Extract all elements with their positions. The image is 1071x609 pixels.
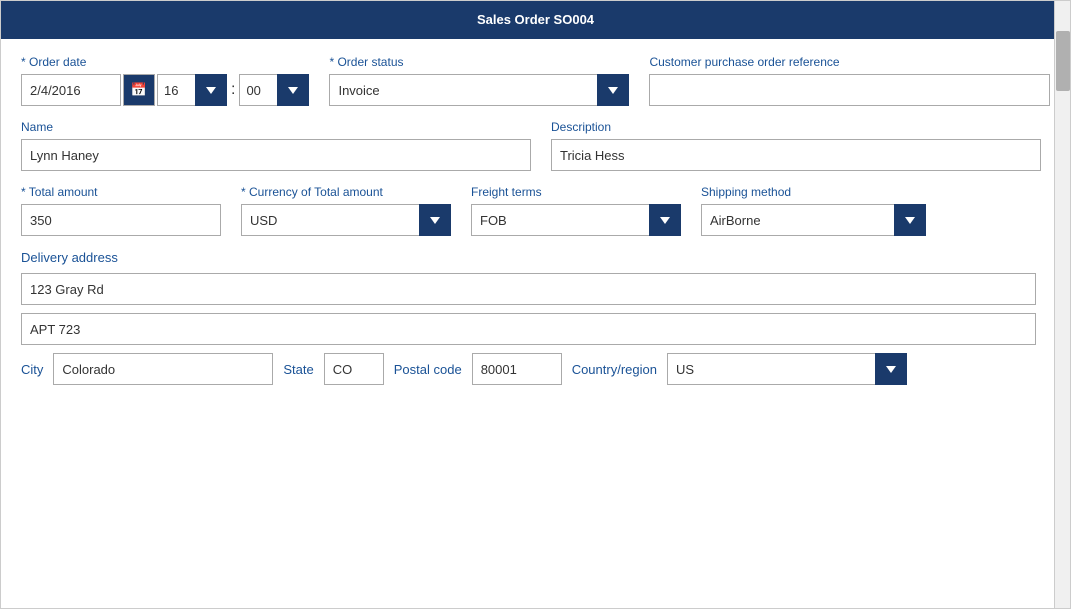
state-label: State (283, 362, 313, 377)
scrollbar[interactable] (1054, 1, 1070, 608)
order-date-group: Order date 📅 16 : 00 (21, 55, 309, 106)
country-select[interactable]: US UK CA AU (667, 353, 907, 385)
minute-select-wrapper: 00 (239, 74, 309, 106)
postal-input[interactable] (472, 353, 562, 385)
minute-select[interactable]: 00 (239, 74, 309, 106)
name-input[interactable] (21, 139, 531, 171)
shipping-select[interactable]: AirBorne FedEx UPS DHL (701, 204, 926, 236)
delivery-label: Delivery address (21, 250, 1050, 265)
order-status-label: Order status (329, 55, 629, 69)
description-input[interactable] (551, 139, 1041, 171)
row-name-description: Name Description (21, 120, 1050, 171)
order-status-select[interactable]: Invoice Draft Confirmed Cancelled (329, 74, 629, 106)
description-group: Description (551, 120, 1050, 171)
address2-input[interactable] (21, 313, 1036, 345)
shipping-method-group: Shipping method AirBorne FedEx UPS DHL (701, 185, 926, 236)
address1-input[interactable] (21, 273, 1036, 305)
total-amount-group: Total amount (21, 185, 221, 236)
address1-row (21, 273, 1050, 305)
city-input[interactable] (53, 353, 273, 385)
order-date-label: Order date (21, 55, 309, 69)
order-date-input[interactable] (21, 74, 121, 106)
currency-label: Currency of Total amount (241, 185, 451, 199)
scrollbar-thumb[interactable] (1056, 31, 1070, 91)
currency-select[interactable]: USD EUR GBP JPY (241, 204, 451, 236)
city-state-row: City State Postal code Country/region US… (21, 353, 1050, 385)
shipping-method-label: Shipping method (701, 185, 926, 199)
row-order-info: Order date 📅 16 : 00 (21, 55, 1050, 106)
order-status-group: Order status Invoice Draft Confirmed Can… (329, 55, 629, 106)
name-label: Name (21, 120, 531, 134)
calendar-button[interactable]: 📅 (123, 74, 155, 106)
freight-select[interactable]: FOB CIF EXW DDP (471, 204, 681, 236)
country-label: Country/region (572, 362, 657, 377)
delivery-section: Delivery address City State Postal code … (21, 250, 1050, 385)
page-title: Sales Order SO004 (477, 12, 594, 27)
form-body: Order date 📅 16 : 00 (1, 39, 1070, 401)
customer-po-label: Customer purchase order reference (649, 55, 1050, 69)
currency-select-wrapper: USD EUR GBP JPY (241, 204, 451, 236)
calendar-icon: 📅 (131, 82, 147, 98)
row-financial: Total amount Currency of Total amount US… (21, 185, 1050, 236)
customer-po-group: Customer purchase order reference (649, 55, 1050, 106)
freight-select-wrapper: FOB CIF EXW DDP (471, 204, 681, 236)
address2-row (21, 313, 1050, 345)
freight-terms-group: Freight terms FOB CIF EXW DDP (471, 185, 681, 236)
title-bar: Sales Order SO004 (1, 1, 1070, 39)
currency-group: Currency of Total amount USD EUR GBP JPY (241, 185, 451, 236)
time-separator: : (229, 74, 237, 106)
city-label: City (21, 362, 43, 377)
hour-select[interactable]: 16 (157, 74, 227, 106)
order-status-select-wrapper: Invoice Draft Confirmed Cancelled (329, 74, 629, 106)
main-window: Sales Order SO004 Order date 📅 16 (0, 0, 1071, 609)
total-amount-input[interactable] (21, 204, 221, 236)
customer-po-input[interactable] (649, 74, 1050, 106)
postal-label: Postal code (394, 362, 462, 377)
name-group: Name (21, 120, 531, 171)
total-amount-label: Total amount (21, 185, 221, 199)
state-input[interactable] (324, 353, 384, 385)
country-select-wrapper: US UK CA AU (667, 353, 907, 385)
description-label: Description (551, 120, 1050, 134)
freight-terms-label: Freight terms (471, 185, 681, 199)
hour-select-wrapper: 16 (157, 74, 227, 106)
date-time-wrapper: 📅 16 : 00 (21, 74, 309, 106)
shipping-select-wrapper: AirBorne FedEx UPS DHL (701, 204, 926, 236)
